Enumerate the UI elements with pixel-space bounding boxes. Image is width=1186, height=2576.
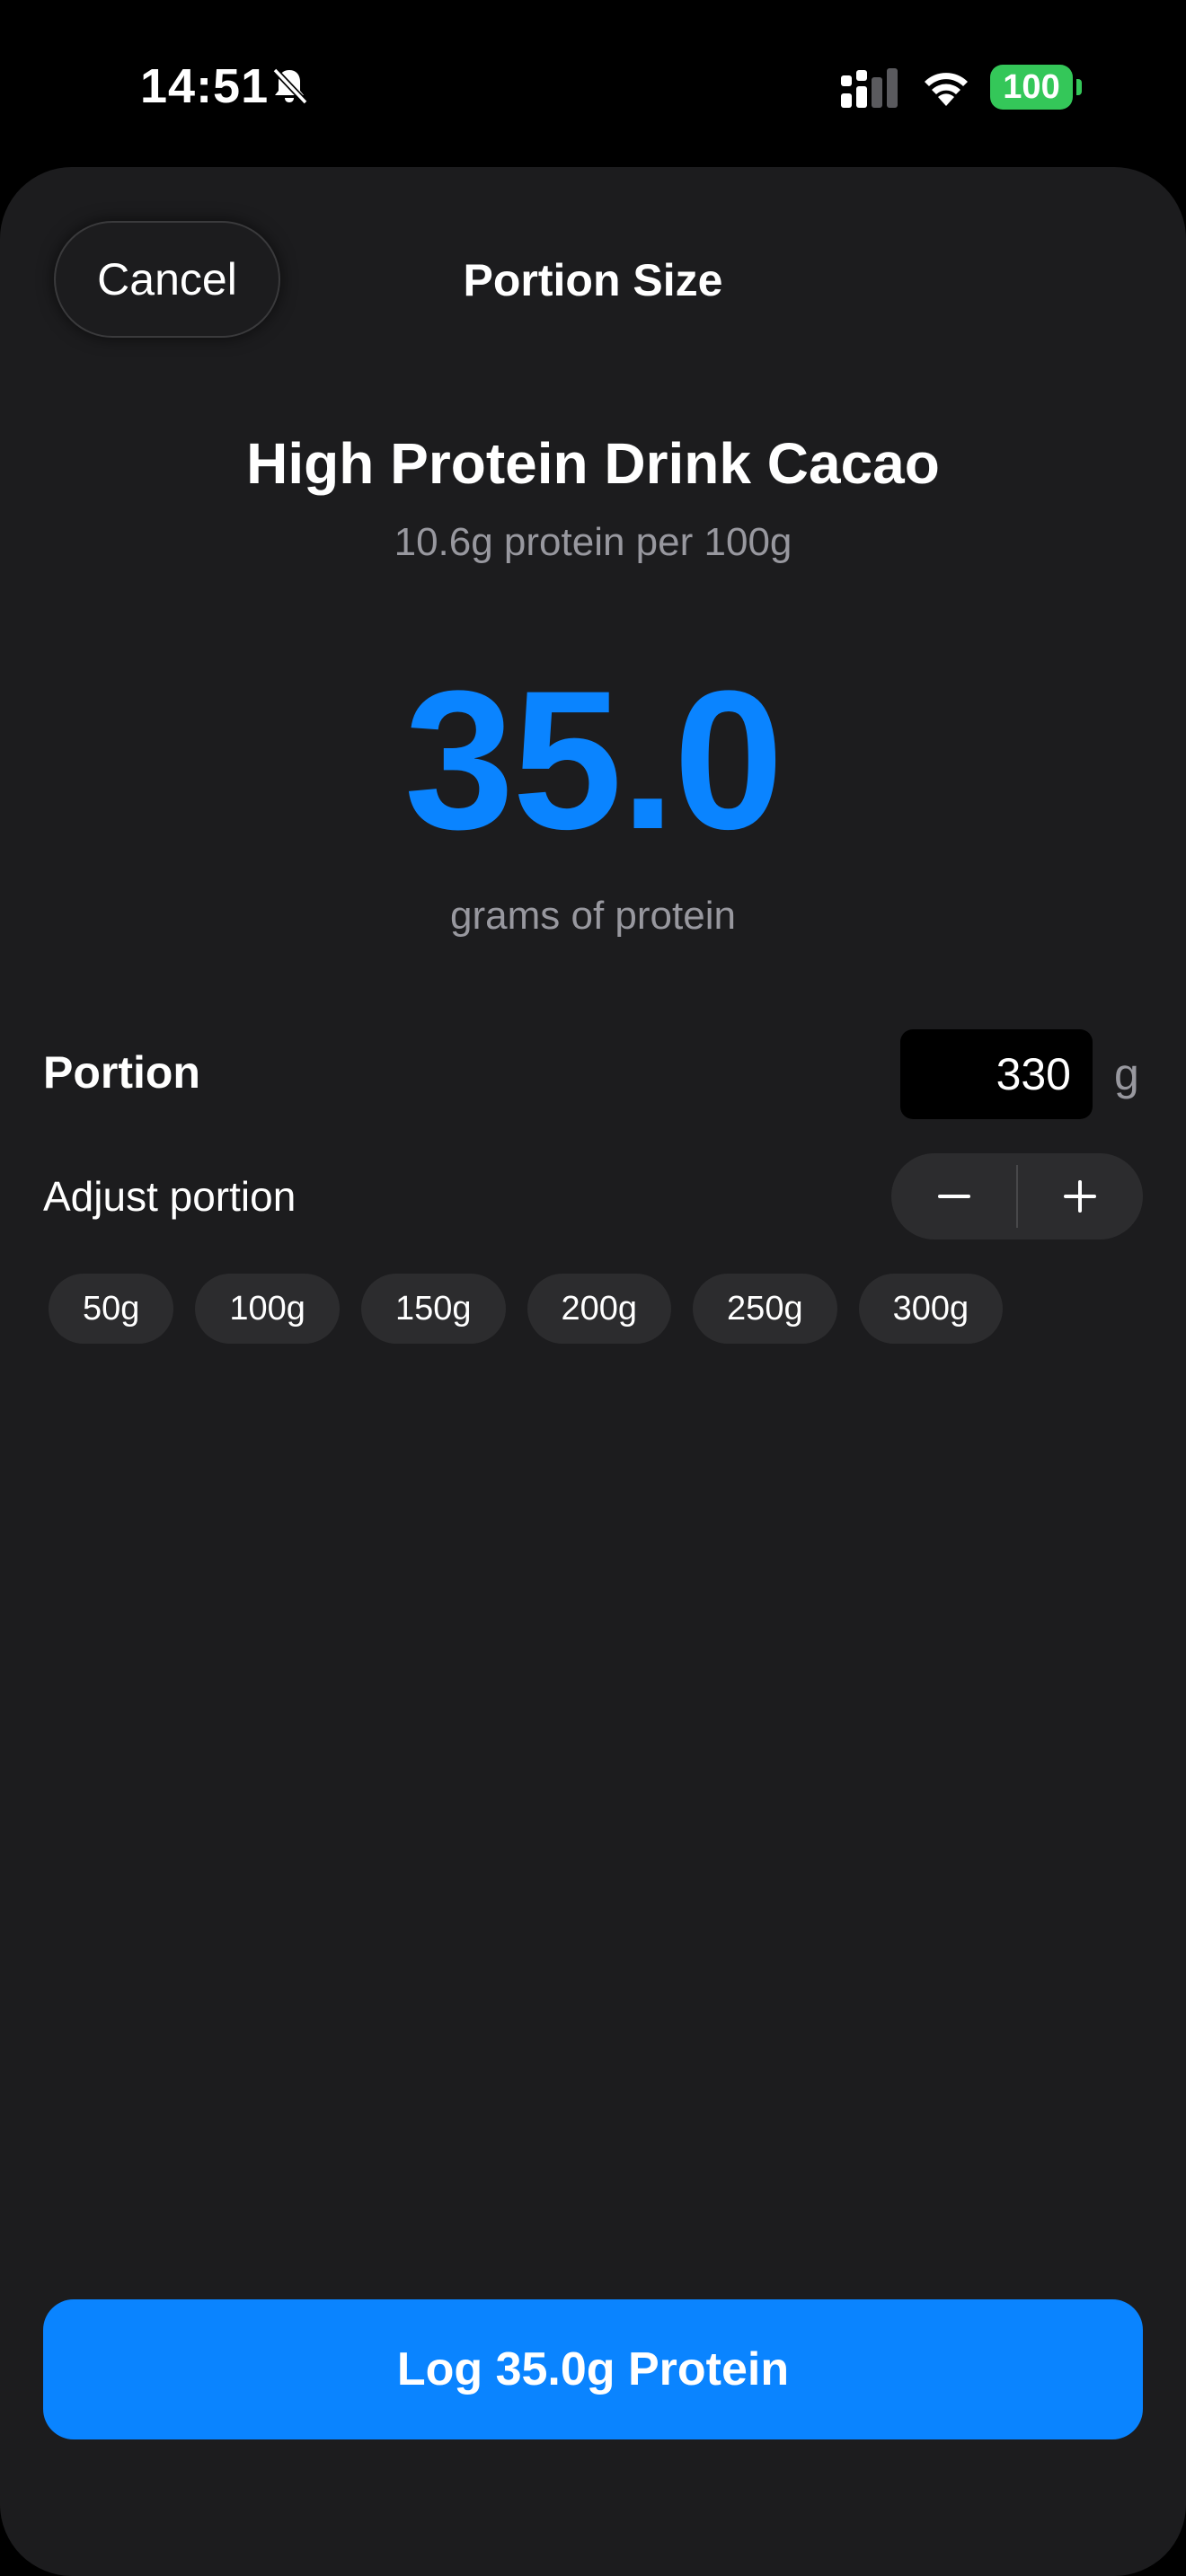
decrement-button[interactable] [891,1153,1016,1239]
status-time: 14:51 [140,59,270,113]
portion-input[interactable]: 330 [900,1029,1093,1119]
portion-size-sheet: Cancel Portion Size High Protein Drink C… [0,167,1186,2576]
quick-portion-chip[interactable]: 150g [360,1274,506,1344]
status-bar: 14:51 100 [0,0,1186,167]
quick-portion-chip[interactable]: 50g [49,1274,174,1344]
wifi-icon [925,73,968,106]
quick-portion-chip[interactable]: 300g [858,1274,1004,1344]
quick-portion-chip[interactable]: 200g [527,1274,672,1344]
battery-tip [1076,79,1082,95]
quick-portion-chip[interactable]: 250g [693,1274,837,1344]
battery-icon: 100 [990,65,1073,110]
quick-portion-chips: 50g 100g 150g 200g 250g 300g [49,1274,1004,1344]
quick-portion-chip[interactable]: 100g [195,1274,340,1344]
log-protein-button[interactable]: Log 35.0g Protein [43,2299,1143,2439]
portion-unit: g [1114,1049,1139,1099]
food-protein-density: 10.6g protein per 100g [394,520,792,564]
food-name: High Protein Drink Cacao [246,431,940,496]
portion-label: Portion [43,1047,200,1098]
portion-stepper [891,1153,1143,1239]
bell-slash-icon [272,67,308,105]
increment-button[interactable] [1018,1153,1143,1239]
protein-unit-label: grams of protein [450,894,736,938]
plus-icon [1064,1180,1097,1213]
adjust-portion-label: Adjust portion [43,1173,296,1220]
signal-icon [841,68,898,108]
protein-amount: 35.0 [403,649,783,870]
nav-title: Portion Size [463,255,723,305]
minus-icon [937,1195,970,1198]
